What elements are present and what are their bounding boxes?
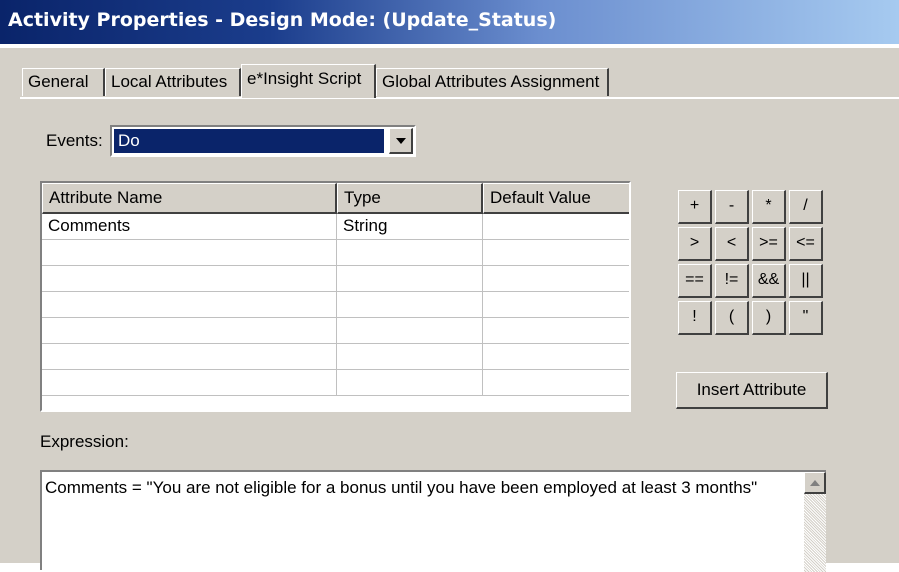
events-dropdown[interactable]: Do bbox=[110, 125, 416, 157]
arrow-up-icon bbox=[809, 479, 820, 486]
title-divider bbox=[0, 44, 899, 48]
cell-type[interactable] bbox=[337, 240, 483, 266]
column-header-type[interactable]: Type bbox=[337, 183, 483, 214]
column-header-default-value[interactable]: Default Value bbox=[483, 183, 629, 214]
events-label: Events: bbox=[46, 131, 103, 150]
expression-label: Expression: bbox=[40, 432, 129, 451]
column-header-attribute-name[interactable]: Attribute Name bbox=[42, 183, 337, 214]
cell-default-value[interactable] bbox=[483, 240, 629, 266]
cell-attribute-name[interactable] bbox=[42, 318, 337, 344]
operator-button[interactable]: >= bbox=[752, 227, 786, 261]
table-row[interactable]: Comments String bbox=[42, 214, 629, 240]
cell-default-value[interactable] bbox=[483, 266, 629, 292]
operator-button[interactable]: != bbox=[715, 264, 749, 298]
cell-attribute-name[interactable] bbox=[42, 240, 337, 266]
window-title: Activity Properties - Design Mode: (Upda… bbox=[8, 9, 557, 31]
activity-properties-window: Activity Properties - Design Mode: (Upda… bbox=[0, 0, 899, 572]
operator-button[interactable]: ) bbox=[752, 301, 786, 335]
cell-default-value[interactable] bbox=[483, 344, 629, 370]
operator-button[interactable]: + bbox=[678, 190, 712, 224]
cell-type[interactable] bbox=[337, 370, 483, 396]
operator-button[interactable]: > bbox=[678, 227, 712, 261]
expression-text[interactable]: Comments = "You are not eligible for a b… bbox=[45, 478, 757, 498]
chevron-down-icon bbox=[395, 137, 406, 144]
cell-type[interactable] bbox=[337, 344, 483, 370]
cell-default-value[interactable] bbox=[483, 292, 629, 318]
tab-global-attributes-assignment[interactable]: Global Attributes Assignment bbox=[376, 68, 609, 96]
events-selected-value: Do bbox=[114, 129, 384, 153]
tab-local-attributes[interactable]: Local Attributes bbox=[105, 68, 241, 96]
table-row[interactable] bbox=[42, 318, 629, 344]
table-row[interactable] bbox=[42, 240, 629, 266]
attributes-table[interactable]: Attribute Name Type Default Value Commen… bbox=[40, 181, 631, 412]
cell-attribute-name[interactable] bbox=[42, 292, 337, 318]
table-row[interactable] bbox=[42, 266, 629, 292]
cell-default-value[interactable] bbox=[483, 318, 629, 344]
table-row[interactable] bbox=[42, 370, 629, 396]
cell-default-value[interactable] bbox=[483, 370, 629, 396]
cell-attribute-name[interactable] bbox=[42, 370, 337, 396]
operator-button[interactable]: || bbox=[789, 264, 823, 298]
operator-button[interactable]: <= bbox=[789, 227, 823, 261]
cell-type[interactable]: String bbox=[337, 214, 483, 240]
tab-general[interactable]: General bbox=[22, 68, 105, 96]
cell-default-value[interactable] bbox=[483, 214, 629, 240]
cell-type[interactable] bbox=[337, 292, 483, 318]
cell-attribute-name[interactable]: Comments bbox=[42, 214, 337, 240]
tab-einsight-script[interactable]: e*Insight Script bbox=[241, 64, 376, 98]
operator-button[interactable]: == bbox=[678, 264, 712, 298]
cell-attribute-name[interactable] bbox=[42, 266, 337, 292]
operator-button[interactable]: " bbox=[789, 301, 823, 335]
cell-attribute-name[interactable] bbox=[42, 344, 337, 370]
cell-type[interactable] bbox=[337, 318, 483, 344]
events-dropdown-button[interactable] bbox=[389, 128, 413, 154]
insert-attribute-button[interactable]: Insert Attribute bbox=[676, 372, 828, 409]
cell-type[interactable] bbox=[337, 266, 483, 292]
operator-button[interactable]: ( bbox=[715, 301, 749, 335]
operator-button[interactable]: < bbox=[715, 227, 749, 261]
operator-button[interactable]: - bbox=[715, 190, 749, 224]
operator-button[interactable]: / bbox=[789, 190, 823, 224]
table-header: Attribute Name Type Default Value bbox=[42, 183, 629, 214]
operator-button[interactable]: && bbox=[752, 264, 786, 298]
operator-button[interactable]: ! bbox=[678, 301, 712, 335]
expression-editor[interactable]: Comments = "You are not eligible for a b… bbox=[40, 470, 826, 572]
table-row[interactable] bbox=[42, 292, 629, 318]
title-bar[interactable]: Activity Properties - Design Mode: (Upda… bbox=[0, 0, 899, 44]
tab-panel-border bbox=[20, 97, 899, 99]
table-row[interactable] bbox=[42, 344, 629, 370]
scroll-up-button[interactable] bbox=[804, 472, 826, 494]
operator-button[interactable]: * bbox=[752, 190, 786, 224]
